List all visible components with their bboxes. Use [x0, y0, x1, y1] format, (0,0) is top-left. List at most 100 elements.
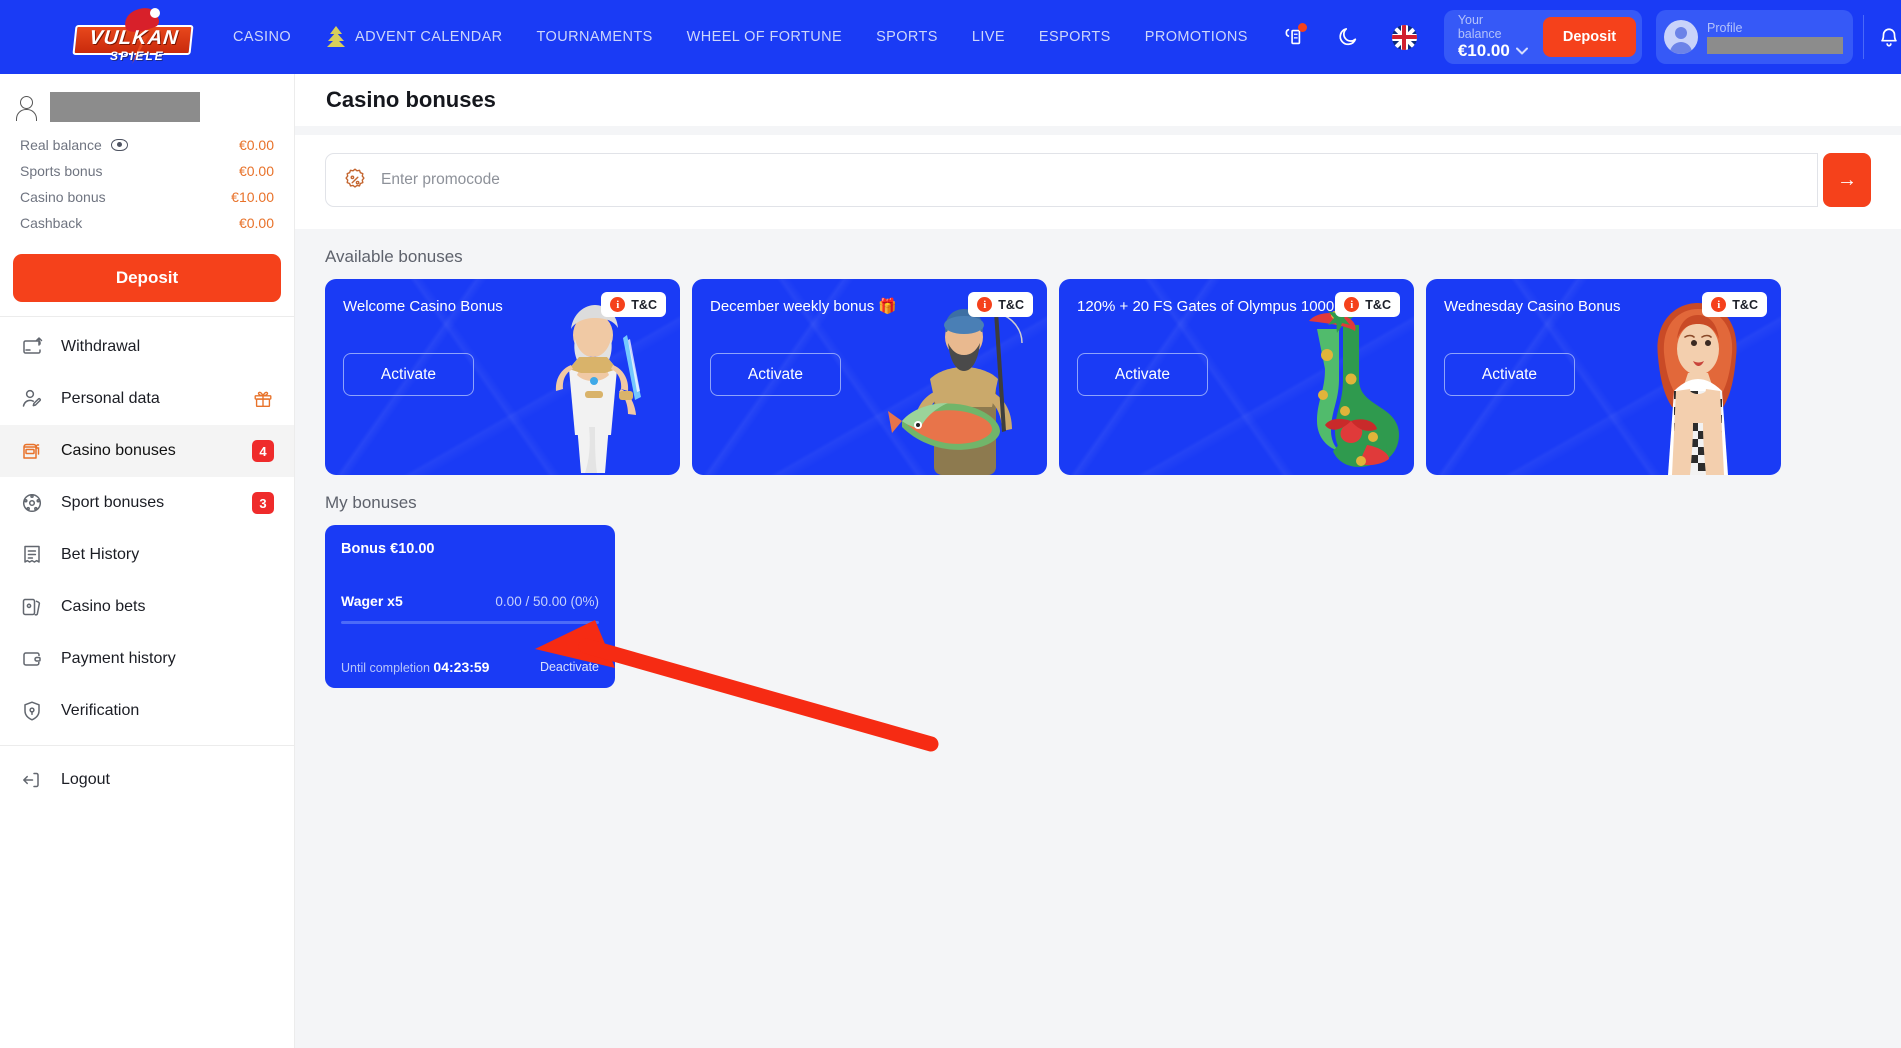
promocode-submit-button[interactable]: → — [1823, 153, 1871, 207]
balance-row-cashback: Cashback €0.00 — [0, 210, 294, 236]
balance-row-value: €10.00 — [231, 189, 274, 205]
notifications-button[interactable] — [1863, 15, 1901, 59]
activate-button[interactable]: Activate — [343, 353, 474, 396]
my-bonus-card[interactable]: Bonus €10.00 Wager x5 0.00 / 50.00 (0%) … — [325, 525, 615, 688]
sidebar-item-bet-history[interactable]: Bet History — [0, 529, 294, 581]
countdown-timer: 04:23:59 — [433, 659, 490, 675]
activate-button[interactable]: Activate — [1444, 353, 1575, 396]
balance-row-sports-bonus: Sports bonus €0.00 — [0, 158, 294, 184]
my-bonus-title: Bonus €10.00 — [341, 541, 435, 557]
christmas-stocking-illustration — [1309, 305, 1399, 467]
nav-label: LIVE — [971, 29, 1005, 45]
page-title: Casino bonuses — [326, 87, 496, 112]
wager-progress-text: 0.00 / 50.00 (0%) — [495, 594, 599, 609]
deposit-button-header[interactable]: Deposit — [1542, 17, 1637, 57]
profile-menu[interactable]: Profile — [1656, 10, 1854, 64]
cards-icon — [20, 595, 44, 619]
nav-label: TOURNAMENTS — [536, 29, 653, 45]
uk-flag-icon — [1391, 24, 1417, 50]
sidebar-item-label: Logout — [61, 771, 110, 788]
nav-item-tournaments[interactable]: TOURNAMENTS — [520, 29, 670, 45]
user-edit-icon — [20, 387, 44, 411]
user-icon — [14, 95, 38, 121]
bonus-card[interactable]: December weekly bonus 🎁 i T&C Activate — [692, 279, 1047, 475]
nav-label: SPORTS — [876, 29, 938, 45]
sidebar-item-withdrawal[interactable]: Withdrawal — [0, 321, 294, 373]
terms-and-conditions-button[interactable]: i T&C — [601, 292, 666, 317]
tc-label: T&C — [998, 297, 1024, 312]
bonus-card-title: Welcome Casino Bonus — [343, 298, 503, 315]
bonus-card[interactable]: 120% + 20 FS Gates of Olympus 1000 i T&C… — [1059, 279, 1414, 475]
chevron-down-icon — [1515, 47, 1528, 55]
activate-button[interactable]: Activate — [710, 353, 841, 396]
balance-row-label: Sports bonus — [20, 163, 103, 179]
nav-item-sports[interactable]: SPORTS — [859, 29, 955, 45]
sidebar-item-label: Bet History — [61, 546, 140, 563]
nav-label: WHEEL OF FORTUNE — [686, 29, 843, 45]
sidebar-item-personal-data[interactable]: Personal data — [0, 373, 294, 425]
promocode-input[interactable] — [381, 171, 1801, 189]
sidebar: Real balance €0.00 Sports bonus €0.00 Ca… — [0, 74, 295, 1048]
fisherman-illustration — [888, 309, 1023, 475]
nav-item-casino[interactable]: CASINO — [216, 29, 308, 45]
bonus-card-title: December weekly bonus 🎁 — [710, 298, 898, 315]
bonus-card[interactable]: Welcome Casino Bonus i T&C Activate — [325, 279, 680, 475]
sidebar-item-label: Casino bets — [61, 598, 146, 615]
accessibility-icon[interactable] — [1272, 16, 1314, 58]
nav-item-wheel-of-fortune[interactable]: WHEEL OF FORTUNE — [670, 29, 859, 45]
my-bonus-footer: Until completion 04:23:59 Deactivate — [341, 659, 599, 675]
bonus-card[interactable]: Wednesday Casino Bonus i T&C Activate — [1426, 279, 1781, 475]
sidebar-item-label: Payment history — [61, 650, 176, 667]
sidebar-item-casino-bonuses[interactable]: Casino bonuses 4 — [0, 425, 294, 477]
bell-icon — [1881, 28, 1897, 47]
sidebar-item-verification[interactable]: Verification — [0, 685, 294, 737]
sidebar-user[interactable] — [0, 74, 294, 132]
sidebar-item-label: Sport bonuses — [61, 494, 165, 511]
my-bonus-wager-row: Wager x5 0.00 / 50.00 (0%) — [325, 593, 615, 609]
deposit-button-sidebar[interactable]: Deposit — [13, 254, 281, 302]
tc-label: T&C — [1365, 297, 1391, 312]
nav-item-advent-calendar[interactable]: ADVENT CALENDAR — [308, 25, 520, 49]
sidebar-item-logout[interactable]: Logout — [0, 754, 294, 806]
info-icon: i — [610, 297, 626, 312]
promocode-field-wrapper[interactable] — [325, 153, 1818, 207]
logo-sub-text: SPIELE — [110, 49, 165, 63]
eye-icon[interactable] — [110, 139, 128, 151]
sidebar-item-sport-bonuses[interactable]: Sport bonuses 3 — [0, 477, 294, 529]
sidebar-item-payment-history[interactable]: Payment history — [0, 633, 294, 685]
main-navigation: CASINO ADVENT CALENDAR TOURNAMENTS WHEEL… — [216, 25, 1265, 49]
balance-row-real: Real balance €0.00 — [0, 132, 294, 158]
deactivate-button[interactable]: Deactivate — [540, 660, 599, 674]
language-selector[interactable] — [1383, 16, 1425, 58]
sidebar-item-label: Casino bonuses — [61, 442, 176, 459]
nav-item-live[interactable]: LIVE — [955, 29, 1022, 45]
balance-row-value: €0.00 — [238, 163, 274, 179]
wallet-icon — [20, 647, 44, 671]
woman-illustration — [1657, 303, 1737, 475]
activate-button[interactable]: Activate — [1077, 353, 1208, 396]
balance-row-label: Cashback — [20, 215, 83, 231]
sidebar-item-label: Verification — [61, 702, 140, 719]
available-bonuses-title: Available bonuses — [325, 247, 463, 266]
ball-icon — [20, 491, 44, 515]
wager-progress-bar — [341, 621, 599, 624]
my-bonuses-title: My bonuses — [325, 493, 417, 512]
site-logo[interactable]: VULKAN SPIELE — [14, 4, 194, 67]
sidebar-divider — [0, 745, 294, 746]
terms-and-conditions-button[interactable]: i T&C — [1702, 292, 1767, 317]
nav-item-promotions[interactable]: PROMOTIONS — [1128, 29, 1265, 45]
sidebar-badge-count: 4 — [252, 440, 274, 462]
top-header: VULKAN SPIELE CASINO ADVENT CALENDAR TOU… — [0, 0, 1901, 74]
terms-and-conditions-button[interactable]: i T&C — [1335, 292, 1400, 317]
sidebar-item-casino-bets[interactable]: Casino bets — [0, 581, 294, 633]
nav-item-esports[interactable]: ESPORTS — [1022, 29, 1128, 45]
tc-label: T&C — [631, 297, 657, 312]
withdrawal-icon — [20, 335, 44, 359]
moon-icon[interactable] — [1328, 16, 1370, 58]
header-right-cluster: Your balance €10.00 Deposit Profile — [1265, 0, 1901, 74]
nav-label: PROMOTIONS — [1144, 29, 1248, 45]
wager-label: Wager x5 — [341, 593, 403, 609]
balance-selector[interactable]: Your balance €10.00 Deposit — [1443, 10, 1643, 64]
terms-and-conditions-button[interactable]: i T&C — [968, 292, 1033, 317]
christmas-tree-icon — [325, 25, 346, 49]
